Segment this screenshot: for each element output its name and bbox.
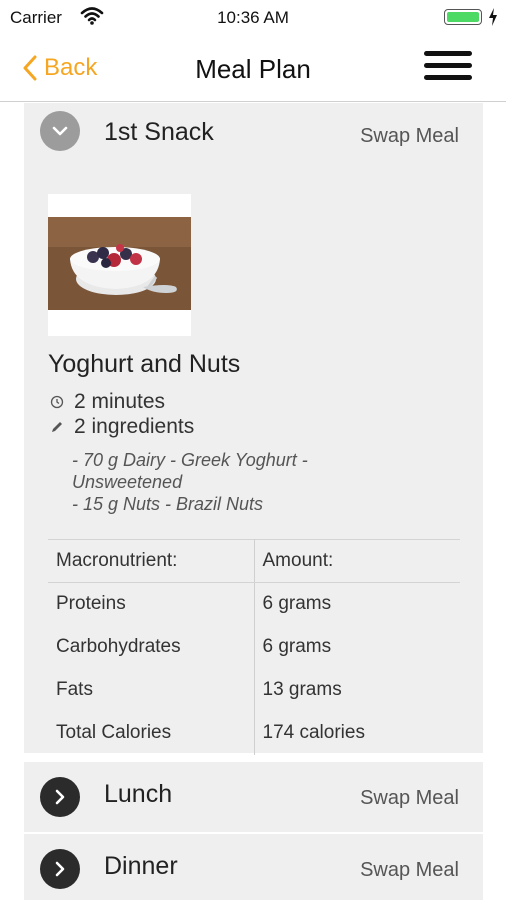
ingredient-item: - 15 g Nuts - Brazil Nuts: [72, 494, 264, 514]
macro-name: Carbohydrates: [48, 625, 255, 669]
macro-amount: 13 grams: [262, 679, 342, 700]
prep-time: 2 minutes: [48, 390, 165, 414]
ingredients-count-label: 2 ingredients: [74, 415, 195, 438]
meal-name: Lunch: [104, 780, 173, 808]
chevron-down-icon[interactable]: [40, 111, 80, 151]
prep-time-label: 2 minutes: [74, 390, 166, 413]
recipe-title: Yoghurt and Nuts: [48, 350, 241, 378]
pencil-icon: [48, 420, 66, 434]
meal-card-1st-snack: 1st Snack Swap Meal Yoghurt and Nuts 2 m…: [24, 103, 483, 755]
ingredient-item: - 70 g Dairy - Greek Yoghurt - Unsweeten…: [72, 450, 308, 492]
swap-meal-button[interactable]: Swap Meal: [360, 787, 459, 810]
swap-meal-button[interactable]: Swap Meal: [360, 859, 459, 882]
macro-name: Fats: [48, 668, 255, 712]
chevron-right-icon[interactable]: [40, 777, 80, 817]
column-header: Amount:: [254, 539, 460, 583]
status-bar: Carrier 10:36 AM: [0, 0, 506, 34]
recipe-photo: [48, 194, 191, 336]
table-header-row: Macronutrient: Amount:: [48, 539, 460, 583]
battery-fill: [447, 12, 479, 22]
meal-name: 1st Snack: [104, 118, 214, 146]
ingredient-list: - 70 g Dairy - Greek Yoghurt - Unsweeten…: [72, 449, 372, 515]
macro-name: Total Calories: [48, 711, 255, 755]
macro-amount: 6 grams: [262, 593, 332, 615]
ingredients-count: 2 ingredients: [48, 415, 194, 439]
meal-card-lunch[interactable]: Lunch Swap Meal: [24, 762, 483, 832]
clock-time: 10:36 AM: [217, 8, 289, 27]
table-row: Total Calories 174 calories: [48, 711, 460, 755]
macro-amount: 174 calories: [262, 722, 365, 743]
table-row: Carbohydrates 6 grams: [48, 625, 460, 669]
clock-icon: [48, 395, 66, 409]
macro-name: Proteins: [48, 582, 255, 626]
macronutrient-table: Macronutrient: Amount: Proteins 6 grams …: [48, 539, 460, 755]
navigation-bar: Back Meal Plan: [0, 34, 506, 102]
battery-icon: [444, 9, 482, 25]
charging-bolt-icon: [489, 8, 497, 26]
chevron-right-icon[interactable]: [40, 849, 80, 889]
table-row: Fats 13 grams: [48, 668, 460, 712]
column-header: Macronutrient:: [48, 539, 255, 583]
hamburger-menu-icon[interactable]: [424, 51, 472, 87]
meal-name: Dinner: [104, 852, 178, 880]
meal-card-dinner[interactable]: Dinner Swap Meal: [24, 834, 483, 900]
macro-amount: 6 grams: [262, 636, 332, 657]
table-row: Proteins 6 grams: [48, 582, 460, 626]
yoghurt-bowl-image: [48, 217, 191, 310]
swap-meal-button[interactable]: Swap Meal: [360, 125, 459, 148]
